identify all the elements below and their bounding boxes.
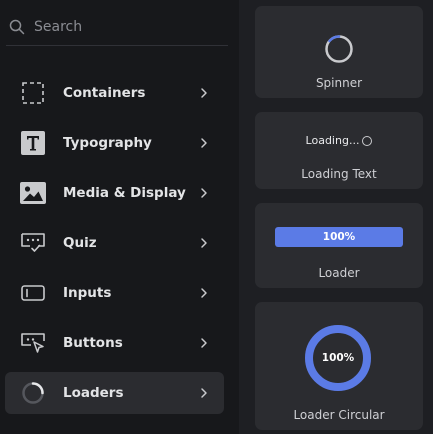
loading-text-preview: Loading... bbox=[255, 134, 423, 147]
search-icon bbox=[6, 16, 28, 38]
sidebar-item-quiz[interactable]: Quiz bbox=[5, 222, 224, 264]
sidebar-item-loaders[interactable]: Loaders bbox=[5, 372, 224, 414]
sidebar: Search Containers Typography Media & Dis… bbox=[0, 0, 239, 434]
chevron-right-icon bbox=[201, 138, 207, 148]
chevron-right-icon bbox=[201, 88, 207, 98]
loading-text-card[interactable]: Loading... Loading Text bbox=[255, 112, 423, 189]
loader-title: Loader bbox=[318, 266, 360, 280]
loading-text-label: Loading... bbox=[305, 134, 360, 147]
component-panel: Spinner Loading... Loading Text 100% Loa… bbox=[239, 0, 433, 434]
progress-bar: 100% bbox=[275, 227, 403, 247]
loader-ring-icon bbox=[19, 380, 46, 406]
sidebar-item-label: Media & Display bbox=[63, 185, 186, 201]
loader-circular-card[interactable]: 100% Loader Circular bbox=[255, 302, 423, 430]
sidebar-item-label: Typography bbox=[63, 135, 152, 151]
text-t-icon bbox=[19, 130, 46, 156]
loading-text-title: Loading Text bbox=[301, 167, 377, 181]
sidebar-item-inputs[interactable]: Inputs bbox=[5, 272, 224, 314]
chevron-right-icon bbox=[201, 288, 207, 298]
sidebar-item-containers[interactable]: Containers bbox=[5, 72, 224, 114]
sidebar-item-media-display[interactable]: Media & Display bbox=[5, 172, 224, 214]
image-icon bbox=[19, 180, 46, 206]
button-cursor-icon bbox=[19, 330, 46, 356]
sidebar-item-label: Loaders bbox=[63, 385, 124, 401]
spinner-card[interactable]: Spinner bbox=[255, 6, 423, 98]
sidebar-item-label: Quiz bbox=[63, 235, 97, 251]
progress-bar-value: 100% bbox=[322, 231, 356, 243]
search-input[interactable]: Search bbox=[34, 19, 82, 35]
sidebar-item-typography[interactable]: Typography bbox=[5, 122, 224, 164]
chat-check-icon bbox=[19, 230, 46, 256]
circular-progress: 100% bbox=[304, 324, 372, 392]
sidebar-item-label: Buttons bbox=[63, 335, 123, 351]
circular-progress-value: 100% bbox=[321, 352, 355, 364]
search-bar[interactable]: Search bbox=[6, 8, 228, 46]
spinner-icon bbox=[325, 35, 353, 63]
loader-circular-title: Loader Circular bbox=[293, 408, 385, 422]
input-field-icon bbox=[19, 280, 46, 306]
loader-card[interactable]: 100% Loader bbox=[255, 203, 423, 288]
chevron-right-icon bbox=[201, 238, 207, 248]
chevron-right-icon bbox=[201, 188, 207, 198]
loading-dot-icon bbox=[362, 135, 373, 146]
sidebar-item-label: Inputs bbox=[63, 285, 112, 301]
sidebar-menu: Containers Typography Media & Display Qu… bbox=[5, 72, 224, 422]
chevron-right-icon bbox=[201, 338, 207, 348]
sidebar-item-buttons[interactable]: Buttons bbox=[5, 322, 224, 364]
dashed-square-icon bbox=[19, 80, 46, 106]
sidebar-item-label: Containers bbox=[63, 85, 146, 101]
spinner-title: Spinner bbox=[315, 76, 363, 90]
chevron-right-icon bbox=[201, 388, 207, 398]
